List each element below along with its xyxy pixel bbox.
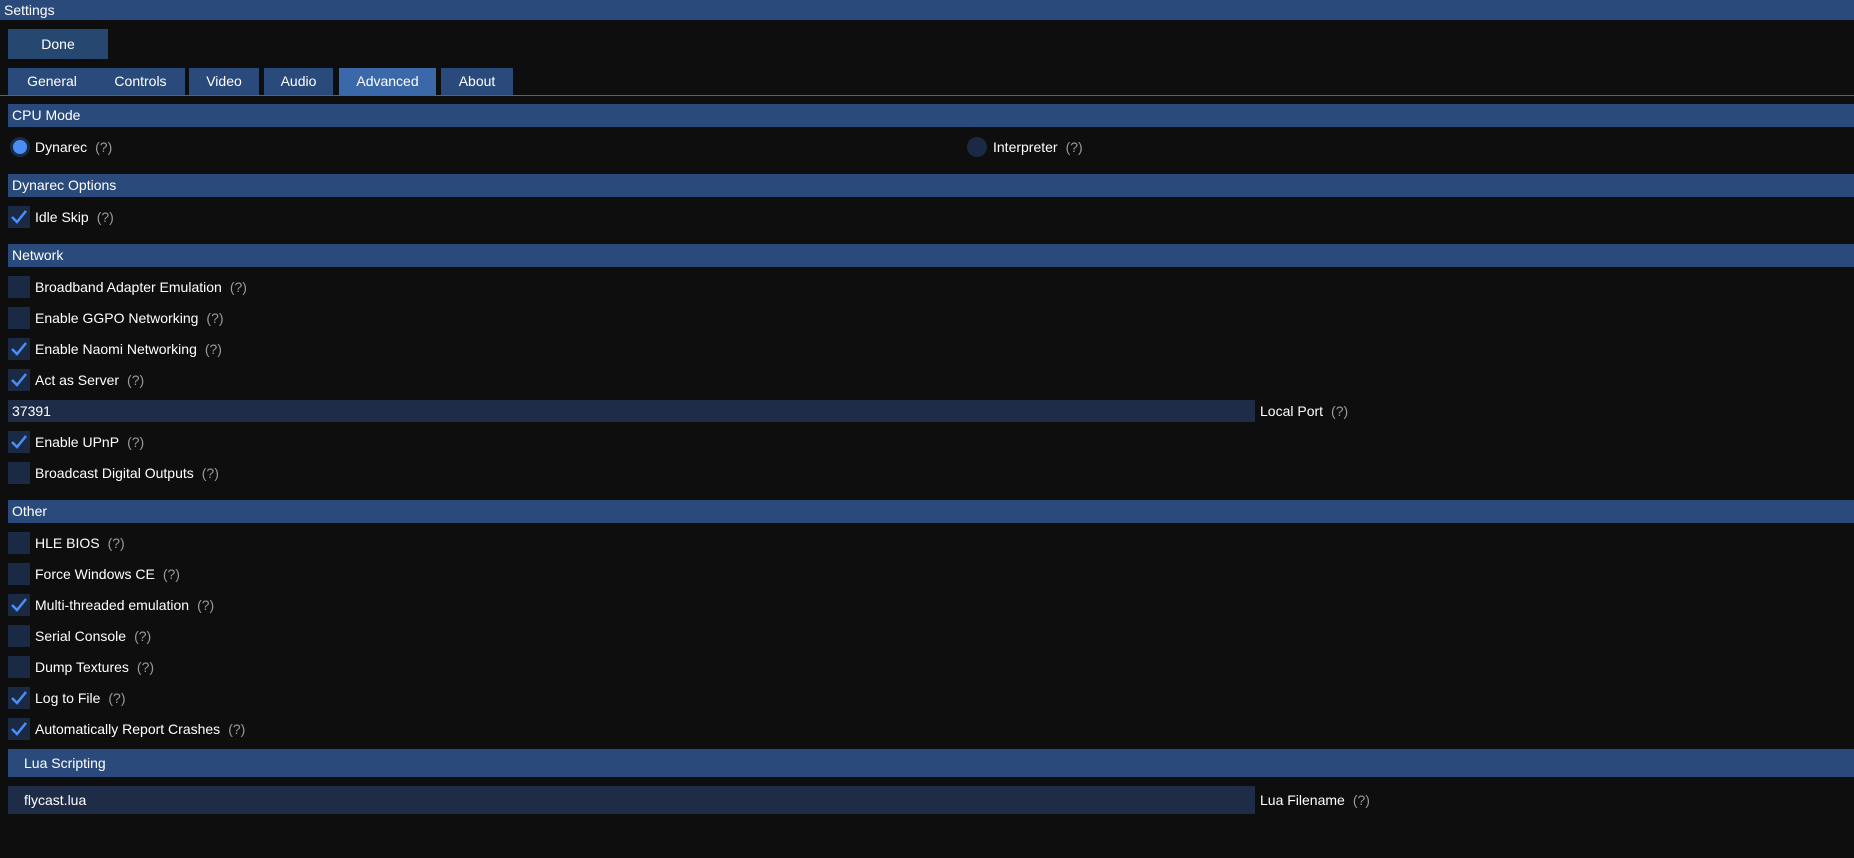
tab-controls[interactable]: Controls	[96, 68, 185, 95]
server-option: Act as Server (?)	[35, 369, 144, 391]
multithreaded-checkbox[interactable]	[8, 594, 30, 616]
section-dynarec-options: Dynarec Options	[8, 174, 1854, 197]
help-icon[interactable]: (?)	[1331, 403, 1348, 419]
lua-filename-label: Lua Filename	[1260, 792, 1345, 808]
help-icon[interactable]: (?)	[197, 597, 214, 613]
idle-skip-label: Idle Skip	[35, 209, 89, 225]
help-icon[interactable]: (?)	[205, 341, 222, 357]
lua-filename-input[interactable]: flycast.lua	[8, 786, 1255, 814]
server-label: Act as Server	[35, 372, 120, 388]
report-crashes-checkbox[interactable]	[8, 718, 30, 740]
report-crashes-option: Automatically Report Crashes (?)	[35, 718, 245, 740]
tab-video[interactable]: Video	[189, 68, 259, 95]
interpreter-radio[interactable]	[967, 137, 987, 157]
upnp-option: Enable UPnP (?)	[35, 431, 144, 453]
check-icon	[11, 722, 27, 736]
digital-outputs-label: Broadcast Digital Outputs	[35, 465, 194, 481]
check-icon	[11, 598, 27, 612]
broadband-option: Broadband Adapter Emulation (?)	[35, 276, 247, 298]
digital-outputs-checkbox[interactable]	[8, 462, 30, 484]
lua-filename-option: Lua Filename (?)	[1260, 786, 1370, 814]
help-icon[interactable]: (?)	[1066, 139, 1083, 155]
help-icon[interactable]: (?)	[127, 434, 144, 450]
hle-bios-label: HLE BIOS	[35, 535, 100, 551]
help-icon[interactable]: (?)	[108, 690, 125, 706]
upnp-label: Enable UPnP	[35, 434, 120, 450]
dump-textures-checkbox[interactable]	[8, 656, 30, 678]
tab-audio[interactable]: Audio	[264, 68, 333, 95]
ggpo-option: Enable GGPO Networking (?)	[35, 307, 224, 329]
dump-textures-option: Dump Textures (?)	[35, 656, 154, 678]
check-icon	[11, 342, 27, 356]
check-icon	[11, 691, 27, 705]
idle-skip-option: Idle Skip (?)	[35, 206, 114, 228]
tab-about[interactable]: About	[441, 68, 513, 95]
window-title: Settings	[0, 0, 1854, 20]
help-icon[interactable]: (?)	[1353, 792, 1370, 808]
tab-underline	[0, 95, 1854, 96]
dynarec-label: Dynarec	[35, 139, 88, 155]
section-cpu-mode: CPU Mode	[8, 104, 1854, 127]
section-lua-scripting[interactable]: Lua Scripting	[8, 749, 1854, 777]
section-network: Network	[8, 244, 1854, 267]
force-wince-option: Force Windows CE (?)	[35, 563, 180, 585]
idle-skip-checkbox[interactable]	[8, 206, 30, 228]
local-port-input[interactable]: 37391	[8, 400, 1255, 422]
done-button[interactable]: Done	[8, 29, 108, 59]
help-icon[interactable]: (?)	[95, 139, 112, 155]
log-to-file-label: Log to File	[35, 690, 101, 706]
interpreter-option: Interpreter (?)	[993, 136, 1083, 158]
help-icon[interactable]: (?)	[228, 721, 245, 737]
multithreaded-label: Multi-threaded emulation	[35, 597, 190, 613]
tab-general[interactable]: General	[8, 68, 96, 95]
help-icon[interactable]: (?)	[127, 372, 144, 388]
report-crashes-label: Automatically Report Crashes	[35, 721, 221, 737]
server-checkbox[interactable]	[8, 369, 30, 391]
force-wince-checkbox[interactable]	[8, 563, 30, 585]
local-port-option: Local Port (?)	[1260, 400, 1348, 422]
serial-console-label: Serial Console	[35, 628, 127, 644]
multithreaded-option: Multi-threaded emulation (?)	[35, 594, 214, 616]
serial-console-checkbox[interactable]	[8, 625, 30, 647]
check-icon	[11, 435, 27, 449]
ggpo-label: Enable GGPO Networking	[35, 310, 199, 326]
help-icon[interactable]: (?)	[202, 465, 219, 481]
hle-bios-option: HLE BIOS (?)	[35, 532, 125, 554]
check-icon	[11, 373, 27, 387]
serial-console-option: Serial Console (?)	[35, 625, 151, 647]
log-to-file-checkbox[interactable]	[8, 687, 30, 709]
force-wince-label: Force Windows CE	[35, 566, 155, 582]
interpreter-label: Interpreter	[993, 139, 1058, 155]
help-icon[interactable]: (?)	[206, 310, 223, 326]
section-other: Other	[8, 500, 1854, 523]
local-port-label: Local Port	[1260, 403, 1324, 419]
upnp-checkbox[interactable]	[8, 431, 30, 453]
ggpo-checkbox[interactable]	[8, 307, 30, 329]
hle-bios-checkbox[interactable]	[8, 532, 30, 554]
naomi-option: Enable Naomi Networking (?)	[35, 338, 222, 360]
naomi-checkbox[interactable]	[8, 338, 30, 360]
naomi-label: Enable Naomi Networking	[35, 341, 197, 357]
dynarec-option: Dynarec (?)	[35, 136, 112, 158]
digital-outputs-option: Broadcast Digital Outputs (?)	[35, 462, 219, 484]
log-to-file-option: Log to File (?)	[35, 687, 126, 709]
dump-textures-label: Dump Textures	[35, 659, 129, 675]
broadband-label: Broadband Adapter Emulation	[35, 279, 222, 295]
tab-advanced[interactable]: Advanced	[339, 68, 436, 95]
help-icon[interactable]: (?)	[134, 628, 151, 644]
help-icon[interactable]: (?)	[108, 535, 125, 551]
help-icon[interactable]: (?)	[230, 279, 247, 295]
dynarec-radio[interactable]	[10, 137, 30, 157]
help-icon[interactable]: (?)	[163, 566, 180, 582]
help-icon[interactable]: (?)	[97, 209, 114, 225]
broadband-checkbox[interactable]	[8, 276, 30, 298]
help-icon[interactable]: (?)	[137, 659, 154, 675]
check-icon	[11, 210, 27, 224]
